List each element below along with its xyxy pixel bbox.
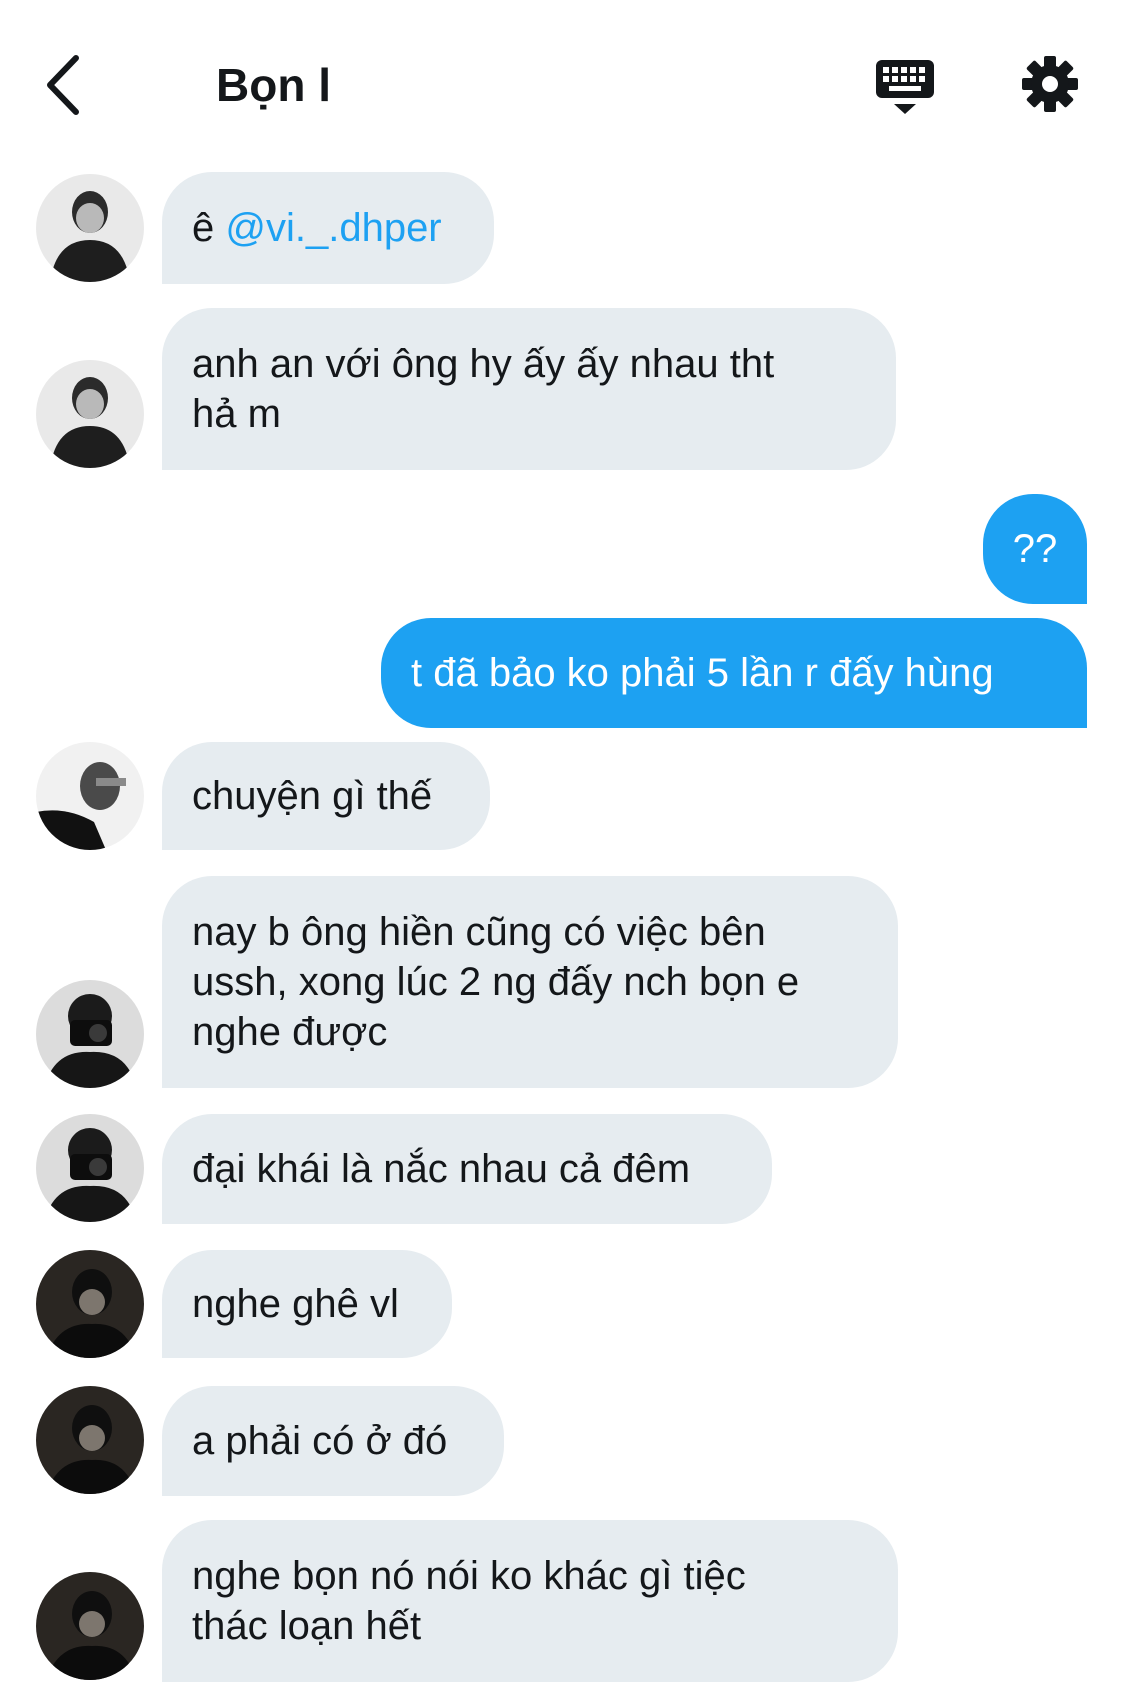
message-line: a phải có ở đó xyxy=(192,1419,448,1463)
settings-button[interactable] xyxy=(1020,54,1080,114)
avatar-photo xyxy=(36,1250,144,1358)
message-line: ussh, xong lúc 2 ng đấy nch bọn e xyxy=(192,960,800,1004)
avatar[interactable] xyxy=(36,1114,144,1222)
conversation-title[interactable]: Bọn l xyxy=(216,50,331,120)
message-text: ê @vi._.dhper xyxy=(192,206,442,250)
avatar[interactable] xyxy=(36,360,144,468)
avatar[interactable] xyxy=(36,1250,144,1358)
message-bubble[interactable]: nghe ghê vl xyxy=(162,1250,452,1358)
avatar-photo xyxy=(36,742,144,850)
avatar-photo xyxy=(36,360,144,468)
avatar-photo xyxy=(36,174,144,282)
message-line: nghe ghê vl xyxy=(192,1282,399,1326)
avatar-photo xyxy=(36,980,144,1088)
message-line: thác loạn hết xyxy=(192,1604,422,1648)
avatar-photo xyxy=(36,1572,144,1680)
message-bubble[interactable]: t đã bảo ko phải 5 lần r đấy hùng xyxy=(381,618,1087,728)
chevron-left-icon xyxy=(47,55,79,115)
avatar[interactable] xyxy=(36,980,144,1088)
message-line: nay b ông hiền cũng có việc bên xyxy=(192,910,766,954)
message-line: ?? xyxy=(1012,527,1058,571)
message-line: đại khái là nắc nhau cả đêm xyxy=(192,1147,691,1191)
message-bubble[interactable]: chuyện gì thế xyxy=(162,742,490,850)
message-line: nghe bọn nó nói ko khác gì tiệc xyxy=(192,1554,746,1598)
message-line: nghe được xyxy=(192,1010,388,1054)
avatar[interactable] xyxy=(36,174,144,282)
message-line: anh an với ông hy ấy ấy nhau tht xyxy=(192,342,775,386)
gear-icon xyxy=(1022,56,1078,112)
message-line: chuyện gì thế xyxy=(192,774,433,818)
message-line: t đã bảo ko phải 5 lần r đấy hùng xyxy=(411,651,994,695)
avatar[interactable] xyxy=(36,742,144,850)
back-button[interactable] xyxy=(40,50,90,120)
message-bubble[interactable]: ê @vi._.dhper xyxy=(162,172,494,284)
message-bubble[interactable]: a phải có ở đó xyxy=(162,1386,504,1496)
message-bubble[interactable]: đại khái là nắc nhau cả đêm xyxy=(162,1114,772,1224)
message-bubble[interactable]: nghe bọn nó nói ko khác gì tiệc thác loạ… xyxy=(162,1520,898,1682)
message-bubble[interactable]: anh an với ông hy ấy ấy nhau tht hả m xyxy=(162,308,896,470)
avatar-photo xyxy=(36,1114,144,1222)
conversation-header: Bọn l xyxy=(0,0,1125,160)
message-line: hả m xyxy=(192,392,281,436)
avatar[interactable] xyxy=(36,1572,144,1680)
message-bubble[interactable]: nay b ông hiền cũng có việc bên ussh, xo… xyxy=(162,876,898,1088)
avatar[interactable] xyxy=(36,1386,144,1494)
message-bubble[interactable]: ?? xyxy=(983,494,1087,604)
user-mention[interactable]: @vi._.dhper xyxy=(225,206,441,250)
keyboard-button[interactable] xyxy=(872,54,938,120)
avatar-photo xyxy=(36,1386,144,1494)
keyboard-icon xyxy=(876,60,934,114)
